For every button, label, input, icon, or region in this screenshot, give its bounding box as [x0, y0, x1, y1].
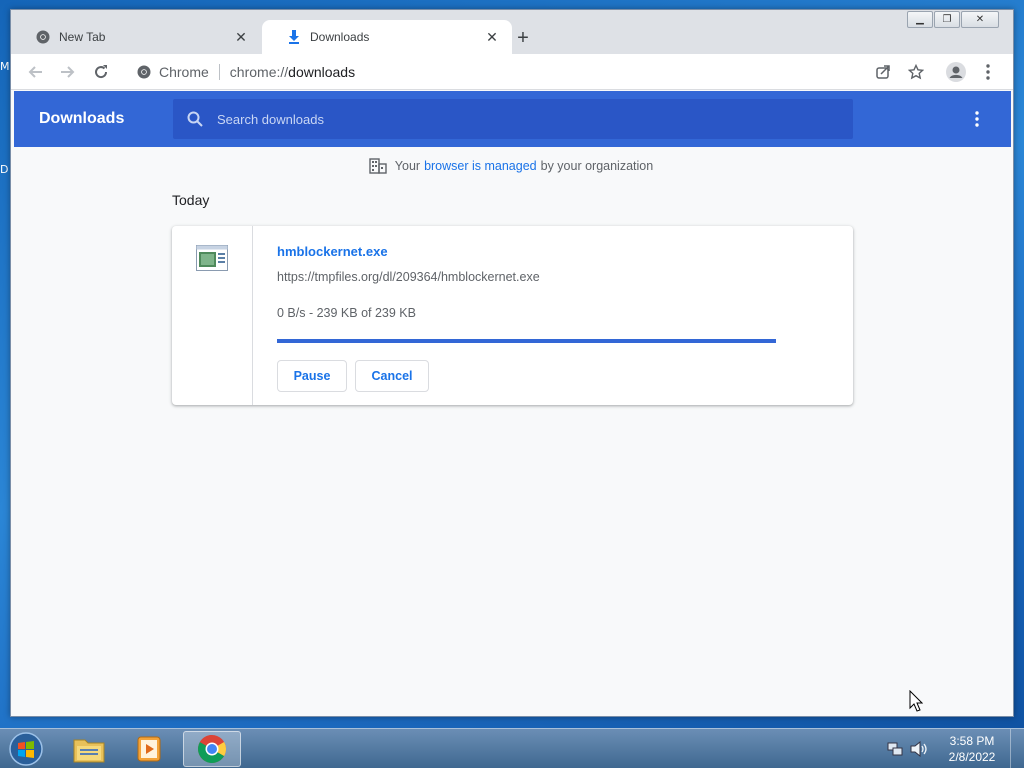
arrow-right-icon	[61, 66, 75, 78]
taskbar-explorer[interactable]	[60, 731, 118, 767]
tab-title: New Tab	[59, 30, 106, 44]
chrome-icon	[137, 65, 151, 79]
media-player-icon	[137, 736, 161, 762]
windows-logo-icon	[9, 732, 43, 766]
close-icon[interactable]: ✕	[233, 29, 249, 45]
star-icon	[908, 64, 924, 80]
new-tab-button[interactable]: +	[511, 26, 535, 50]
tab-new-tab[interactable]: New Tab ✕	[11, 20, 261, 54]
clock-date: 2/8/2022	[948, 750, 996, 764]
tab-title: Downloads	[310, 30, 370, 44]
browser-toolbar: Chrome chrome://downloads	[11, 54, 1013, 90]
browser-window: New Tab ✕ Downloads ✕ + ▁ ❐ ✕ Chrome chr…	[10, 9, 1014, 717]
start-button[interactable]	[6, 731, 46, 767]
download-icon-column	[172, 226, 253, 405]
site-chip-label: Chrome	[159, 64, 209, 80]
search-icon	[187, 111, 203, 127]
search-box[interactable]	[173, 99, 853, 139]
url-scheme: chrome://	[229, 64, 289, 80]
reload-button[interactable]	[89, 60, 113, 84]
share-button[interactable]	[871, 60, 895, 84]
arrow-left-icon	[28, 66, 42, 78]
desktop-icon-label-fragment: D	[0, 163, 9, 176]
tab-strip: New Tab ✕ Downloads ✕ + ▁ ❐ ✕	[11, 10, 1013, 54]
forward-button[interactable]	[56, 60, 80, 84]
volume-icon[interactable]	[910, 740, 928, 758]
network-icon[interactable]	[886, 740, 904, 758]
taskbar-media-player[interactable]	[120, 731, 178, 767]
taskbar: 3:58 PM 2/8/2022	[0, 728, 1024, 768]
divider	[218, 64, 220, 80]
share-icon	[876, 65, 890, 79]
cancel-button[interactable]: Cancel	[355, 360, 429, 392]
site-chip[interactable]: Chrome	[137, 64, 209, 80]
back-button[interactable]	[23, 60, 47, 84]
browser-menu-button[interactable]	[976, 60, 1000, 84]
more-vert-icon	[975, 111, 979, 127]
address-bar[interactable]: Chrome chrome://downloads	[127, 58, 899, 86]
url-host: downloads	[288, 64, 356, 80]
desktop-icon-label-fragment: M	[0, 60, 10, 73]
minimize-button[interactable]: ▁	[907, 11, 933, 28]
file-name-link[interactable]: hmblockernet.exe	[277, 244, 388, 259]
chrome-icon	[198, 735, 226, 763]
window-controls: ▁ ❐ ✕	[906, 11, 999, 28]
downloads-menu-button[interactable]	[967, 109, 987, 129]
clock-time: 3:58 PM	[949, 734, 995, 748]
managed-notice: Your browser is managed by your organiza…	[11, 158, 1011, 174]
executable-file-icon	[196, 245, 228, 276]
managed-link[interactable]: browser is managed	[424, 159, 537, 173]
building-icon	[369, 158, 387, 174]
profile-button[interactable]	[944, 60, 968, 84]
more-vert-icon	[986, 64, 990, 80]
download-item: hmblockernet.exe https://tmpfiles.org/dl…	[172, 226, 853, 405]
mouse-cursor-icon	[909, 689, 924, 717]
download-icon	[286, 29, 302, 45]
system-tray: 3:58 PM 2/8/2022	[886, 729, 1024, 768]
chrome-icon	[35, 29, 51, 45]
download-progress-bar	[277, 339, 776, 343]
download-progress-fill	[277, 339, 776, 343]
taskbar-chrome[interactable]	[183, 731, 241, 767]
reload-icon	[95, 65, 108, 79]
managed-prefix: Your	[394, 159, 421, 173]
avatar-icon	[946, 62, 966, 82]
explorer-icon	[73, 739, 105, 763]
close-window-button[interactable]: ✕	[961, 11, 999, 28]
taskbar-clock[interactable]: 3:58 PM 2/8/2022	[940, 733, 1004, 765]
show-desktop-button[interactable]	[1010, 729, 1024, 768]
file-source-url[interactable]: https://tmpfiles.org/dl/209364/hmblocker…	[277, 270, 540, 284]
downloads-header: Downloads	[14, 91, 1011, 147]
page-title: Downloads	[39, 110, 125, 127]
maximize-button[interactable]: ❐	[934, 11, 960, 28]
download-status: 0 B/s - 239 KB of 239 KB	[277, 306, 416, 320]
pause-button[interactable]: Pause	[277, 360, 347, 392]
tab-downloads[interactable]: Downloads ✕	[262, 20, 512, 54]
bookmark-button[interactable]	[904, 60, 928, 84]
managed-suffix: by your organization	[540, 159, 654, 173]
close-icon[interactable]: ✕	[484, 29, 500, 45]
search-input[interactable]	[217, 111, 817, 127]
section-label: Today	[172, 192, 210, 208]
